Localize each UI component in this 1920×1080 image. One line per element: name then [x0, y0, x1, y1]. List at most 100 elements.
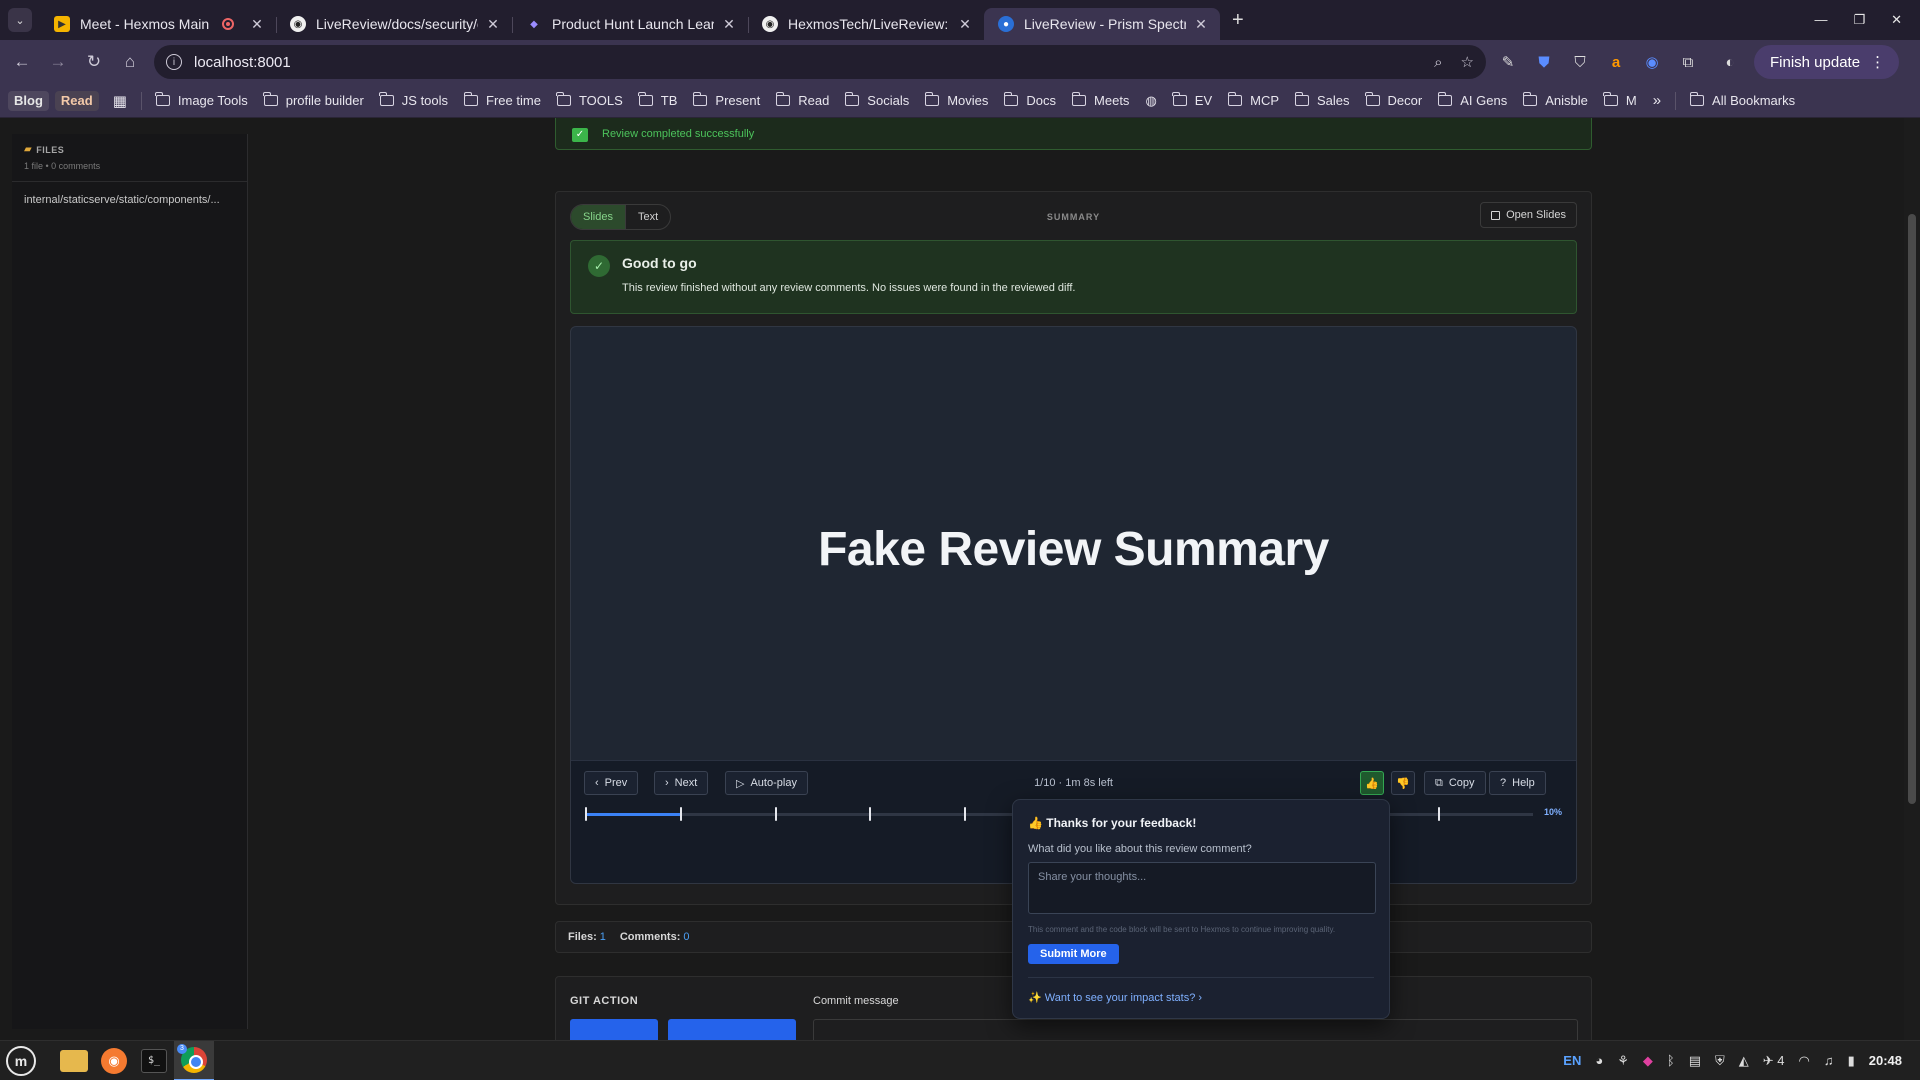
- apps-grid-icon[interactable]: ▦: [105, 88, 135, 114]
- restore-icon[interactable]: ❐: [1853, 12, 1865, 28]
- reload-icon[interactable]: ↻: [76, 44, 112, 80]
- wifi-icon[interactable]: ◠: [1799, 1053, 1810, 1069]
- taskbar-files[interactable]: [54, 1041, 94, 1080]
- privacy-extension-icon[interactable]: ⛉: [1566, 48, 1594, 76]
- site-info-icon[interactable]: i: [166, 54, 182, 70]
- bluetooth-icon[interactable]: ᛒ: [1667, 1053, 1675, 1068]
- browser-tab[interactable]: ▶ Meet - Hexmos Main ✕: [40, 8, 276, 40]
- profile-avatar-icon[interactable]: ◐: [1716, 48, 1744, 76]
- bookmark-folder[interactable]: TB: [631, 88, 686, 114]
- bookmark-folder[interactable]: Anisble: [1515, 88, 1596, 114]
- minimize-icon[interactable]: —: [1814, 12, 1827, 28]
- slide-tick[interactable]: [869, 807, 871, 821]
- bookmark-folder[interactable]: JS tools: [372, 88, 456, 114]
- livereview-icon: ●: [998, 16, 1014, 32]
- bookmark-folder[interactable]: Socials: [837, 88, 917, 114]
- folder-icon: [1365, 92, 1380, 106]
- media-icon[interactable]: ♫: [1824, 1053, 1834, 1068]
- slide-tick[interactable]: [1438, 807, 1440, 821]
- extensions-puzzle-icon[interactable]: ⧉: [1674, 48, 1702, 76]
- workspace-icon[interactable]: ✈ 4: [1763, 1053, 1785, 1069]
- network-share-icon[interactable]: ⚘: [1617, 1053, 1629, 1069]
- bookmark-folder[interactable]: Present: [685, 88, 768, 114]
- close-tab-icon[interactable]: ✕: [1192, 16, 1210, 33]
- submit-more-button[interactable]: Submit More: [1028, 944, 1119, 964]
- browser-tab[interactable]: ◉ HexmosTech/LiveReview: A ✕: [748, 8, 984, 40]
- browser-tab-active[interactable]: ● LiveReview - Prism Spectrum ✕: [984, 8, 1220, 40]
- close-window-icon[interactable]: ✕: [1891, 12, 1902, 28]
- scrollbar-thumb[interactable]: [1908, 214, 1916, 804]
- help-button[interactable]: ? Help: [1489, 771, 1546, 795]
- file-list-item[interactable]: internal/staticserve/static/components/.…: [12, 182, 247, 218]
- amazon-extension-icon[interactable]: a: [1602, 48, 1630, 76]
- bookmark-folder[interactable]: Docs: [996, 88, 1064, 114]
- globe-icon[interactable]: ◍: [1137, 88, 1164, 114]
- thumbs-up-button[interactable]: 👍: [1360, 771, 1384, 795]
- bookmark-folder[interactable]: Movies: [917, 88, 996, 114]
- bookmark-folder[interactable]: Image Tools: [148, 88, 256, 114]
- slide-tick[interactable]: [680, 807, 682, 821]
- bookmark-blog[interactable]: Blog: [8, 90, 49, 111]
- tab-search-button[interactable]: ⌄: [8, 8, 32, 32]
- bookmark-folder[interactable]: Decor: [1358, 88, 1431, 114]
- start-menu-icon[interactable]: m: [6, 1045, 36, 1076]
- new-tab-button[interactable]: +: [1232, 9, 1244, 32]
- clipboard-icon[interactable]: ▤: [1689, 1053, 1701, 1069]
- git-secondary-button[interactable]: [668, 1019, 796, 1040]
- feedback-textarea[interactable]: [1028, 862, 1376, 914]
- bookmark-read[interactable]: Read: [54, 90, 99, 111]
- all-bookmarks-folder[interactable]: All Bookmarks: [1682, 88, 1803, 114]
- finish-update-button[interactable]: Finish update ⋮: [1754, 45, 1900, 79]
- url-text[interactable]: localhost:8001: [194, 54, 1416, 71]
- vpn-extension-icon[interactable]: ◉: [1638, 48, 1666, 76]
- close-tab-icon[interactable]: ✕: [484, 16, 502, 33]
- bookmark-folder[interactable]: AI Gens: [1430, 88, 1515, 114]
- bookmark-folder[interactable]: Sales: [1287, 88, 1358, 114]
- address-bar[interactable]: i localhost:8001 ⌕ ☆: [154, 45, 1486, 79]
- bookmark-folder[interactable]: profile builder: [256, 88, 372, 114]
- zoom-icon[interactable]: ⌕: [1434, 54, 1442, 71]
- bookmark-folder[interactable]: EV: [1165, 88, 1220, 114]
- home-icon[interactable]: ⌂: [112, 44, 148, 80]
- slide-tick[interactable]: [964, 807, 966, 821]
- discord-icon[interactable]: ◕: [1595, 1053, 1603, 1068]
- browser-tab[interactable]: ◆ Product Hunt Launch Learni ✕: [512, 8, 748, 40]
- bookmark-folder[interactable]: MCP: [1220, 88, 1287, 114]
- thumbs-down-button[interactable]: 👎: [1391, 771, 1415, 795]
- slide-tick[interactable]: [775, 807, 777, 821]
- bookmark-folder[interactable]: M: [1596, 88, 1645, 114]
- slide-tick[interactable]: [585, 807, 587, 821]
- pen-extension-icon[interactable]: ✎: [1494, 48, 1522, 76]
- bookmark-star-icon[interactable]: ☆: [1461, 53, 1474, 71]
- taskbar-terminal[interactable]: $_: [134, 1041, 174, 1080]
- close-tab-icon[interactable]: ✕: [956, 16, 974, 33]
- security-icon[interactable]: ⛨: [1715, 1053, 1725, 1069]
- copy-button[interactable]: ⧉ Copy: [1424, 771, 1486, 795]
- taskbar-chrome[interactable]: 3: [174, 1040, 214, 1080]
- clock[interactable]: 20:48: [1869, 1053, 1902, 1068]
- shield-extension-icon[interactable]: ⛊: [1530, 48, 1558, 76]
- close-tab-icon[interactable]: ✕: [720, 16, 738, 33]
- feedback-popover: 👍 Thanks for your feedback! What did you…: [1012, 799, 1390, 1019]
- bookmark-folder[interactable]: TOOLS: [549, 88, 631, 114]
- bookmark-folder[interactable]: Meets: [1064, 88, 1137, 114]
- commit-message-input[interactable]: [813, 1019, 1578, 1040]
- bookmark-folder[interactable]: Read: [768, 88, 837, 114]
- back-icon[interactable]: ←: [4, 44, 40, 80]
- keyboard-layout[interactable]: EN: [1563, 1053, 1581, 1068]
- open-slides-button[interactable]: Open Slides: [1480, 202, 1577, 228]
- feedback-question: What did you like about this review comm…: [1028, 843, 1252, 855]
- page-scrollbar[interactable]: [1904, 118, 1920, 1040]
- app-tray-icon[interactable]: ◆: [1643, 1053, 1653, 1069]
- bookmark-folder[interactable]: Free time: [456, 88, 549, 114]
- impact-stats-link[interactable]: ✨ Want to see your impact stats? ›: [1028, 991, 1202, 1004]
- close-tab-icon[interactable]: ✕: [248, 16, 266, 33]
- git-primary-button[interactable]: [570, 1019, 658, 1040]
- forward-icon[interactable]: →: [40, 44, 76, 80]
- folder-icon: ▰: [24, 144, 33, 155]
- battery-icon[interactable]: ▮: [1848, 1053, 1855, 1069]
- bookmarks-overflow-button[interactable]: »: [1645, 88, 1669, 114]
- nvidia-icon[interactable]: ◭: [1739, 1053, 1749, 1069]
- browser-tab[interactable]: ◉ LiveReview/docs/security/o ✕: [276, 8, 512, 40]
- taskbar-firefox[interactable]: ◉: [94, 1041, 134, 1080]
